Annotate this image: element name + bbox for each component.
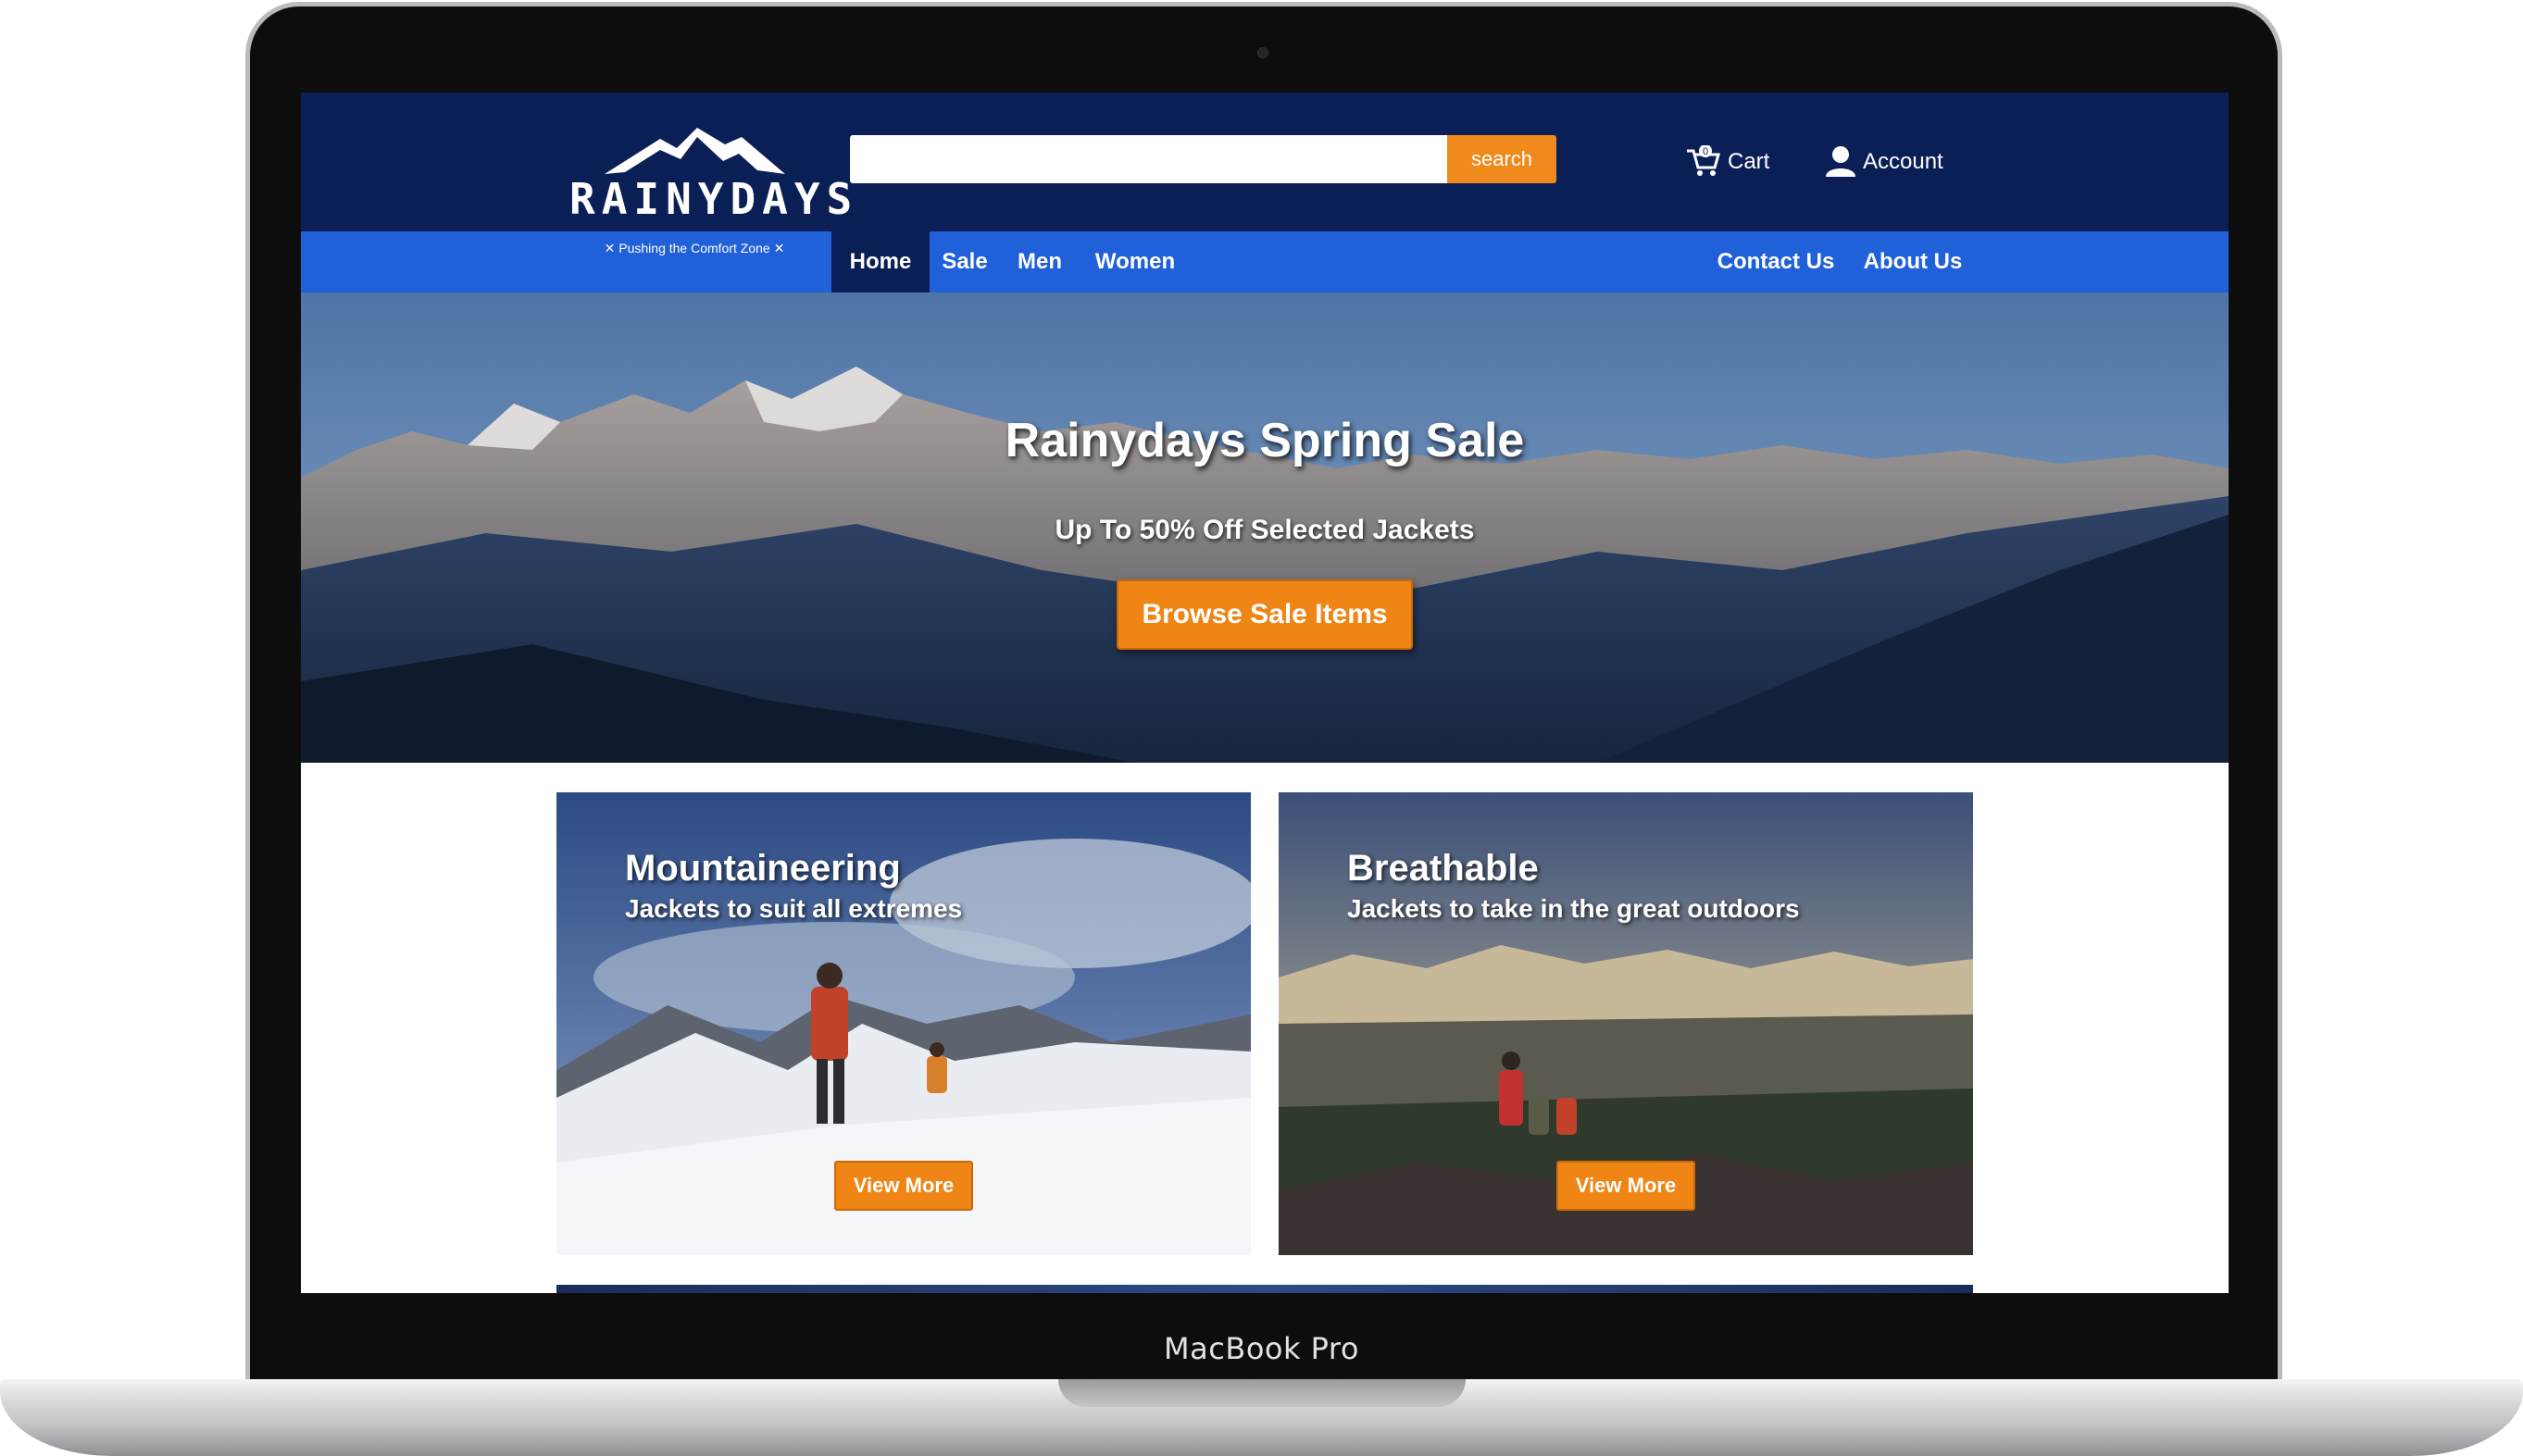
search-button[interactable]: search	[1447, 135, 1556, 183]
category-card-breathable[interactable]: Breathable Jackets to take in the great …	[1279, 792, 1973, 1255]
browser-screen: RAINYDAYS search 0 Cart Account Home Sal…	[301, 93, 2229, 1293]
search-input[interactable]	[850, 135, 1454, 183]
cart-label: Cart	[1728, 149, 1770, 174]
cart-count-badge: 0	[1703, 146, 1708, 157]
logo-tagline: ✕ Pushing the Comfort Zone ✕	[604, 241, 785, 255]
browse-sale-button[interactable]: Browse Sale Items	[1117, 579, 1413, 650]
user-icon	[1826, 146, 1855, 177]
laptop-notch	[1058, 1379, 1466, 1407]
card-title: Breathable	[1347, 848, 1539, 889]
account-label: Account	[1863, 149, 1943, 174]
next-section-preview	[556, 1285, 1973, 1293]
hero-subtitle: Up To 50% Off Selected Jackets	[1055, 515, 1475, 545]
view-more-button[interactable]: View More	[1556, 1161, 1695, 1211]
nav-home[interactable]: Home	[831, 231, 930, 292]
site-header: RAINYDAYS search 0 Cart Account	[301, 93, 2229, 231]
hero-banner: Rainydays Spring Sale Up To 50% Off Sele…	[301, 292, 2229, 763]
nav-men[interactable]: Men	[1007, 231, 1072, 292]
site-logo[interactable]: RAINYDAYS	[569, 128, 852, 224]
logo-wordmark: RAINYDAYS	[569, 174, 859, 224]
mountain-logo-icon	[605, 128, 785, 174]
card-subtitle: Jackets to take in the great outdoors	[1347, 894, 1800, 923]
nav-about-us[interactable]: About Us	[1855, 231, 1971, 292]
nav-sale[interactable]: Sale	[935, 231, 994, 292]
card-title: Mountaineering	[625, 848, 901, 889]
hero-title: Rainydays Spring Sale	[1005, 414, 1525, 467]
nav-contact-us[interactable]: Contact Us	[1706, 231, 1845, 292]
camera-icon	[1257, 47, 1268, 58]
account-link[interactable]: Account	[1824, 139, 1943, 185]
cart-link[interactable]: 0 Cart	[1685, 139, 1769, 185]
cart-icon: 0	[1687, 145, 1720, 176]
card-subtitle: Jackets to suit all extremes	[625, 894, 963, 923]
nav-women[interactable]: Women	[1086, 231, 1184, 292]
device-label: MacBook Pro	[1164, 1331, 1359, 1366]
category-card-mountaineering[interactable]: Mountaineering Jackets to suit all extre…	[556, 792, 1251, 1255]
view-more-button[interactable]: View More	[834, 1161, 973, 1211]
